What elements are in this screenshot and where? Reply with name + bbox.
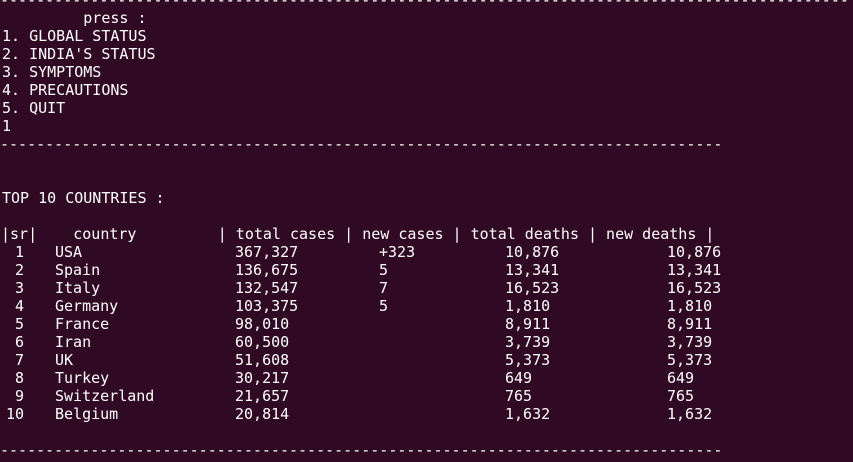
cell-total-cases: 30,217 <box>235 369 290 387</box>
cell-total-deaths: 1,810 <box>505 297 551 315</box>
cell-country: Italy <box>55 279 101 297</box>
cell-total-deaths: 13,341 <box>505 261 560 279</box>
cell-total-deaths: 649 <box>505 369 533 387</box>
cell-total-cases: 21,657 <box>235 387 290 405</box>
cell-new-deaths: 5,373 <box>667 351 713 369</box>
cell-total-cases: 60,500 <box>235 333 290 351</box>
cell-total-deaths: 765 <box>505 387 533 405</box>
table-row: 1 USA 367,327 +323 10,876 10,876 <box>0 243 853 261</box>
cell-new-deaths: 765 <box>667 387 695 405</box>
cell-sr: 4 <box>14 297 24 315</box>
cell-new-deaths: 16,523 <box>667 279 722 297</box>
cell-country: Germany <box>55 297 119 315</box>
table-row: 6 Iran 60,500 3,739 3,739 <box>0 333 853 351</box>
cell-sr: 5 <box>14 315 24 333</box>
menu-option-precautions: 4. PRECAUTIONS <box>2 81 129 99</box>
table-row: 5 France 98,010 8,911 8,911 <box>0 315 853 333</box>
menu-prompt: press : <box>2 9 147 27</box>
cell-total-cases: 98,010 <box>235 315 290 333</box>
cell-country: Turkey <box>55 369 110 387</box>
cell-sr: 2 <box>14 261 24 279</box>
cell-sr: 3 <box>14 279 24 297</box>
cell-country: Belgium <box>55 405 119 423</box>
cell-sr: 9 <box>14 387 24 405</box>
user-input: 1 <box>2 117 12 135</box>
menu-option-india-status: 2. INDIA'S STATUS <box>2 45 156 63</box>
cell-sr: 10 <box>5 405 24 423</box>
cell-country: Iran <box>55 333 92 351</box>
cell-new-cases: 5 <box>379 297 389 315</box>
cell-total-deaths: 5,373 <box>505 351 551 369</box>
cell-total-cases: 132,547 <box>235 279 299 297</box>
cell-sr: 6 <box>14 333 24 351</box>
cell-new-deaths: 649 <box>667 369 695 387</box>
cell-new-deaths: 3,739 <box>667 333 713 351</box>
cell-country: UK <box>55 351 74 369</box>
cell-total-deaths: 10,876 <box>505 243 560 261</box>
menu-option-quit: 5. QUIT <box>2 99 66 117</box>
cell-new-deaths: 1,810 <box>667 297 713 315</box>
cell-total-deaths: 3,739 <box>505 333 551 351</box>
menu-option-global-status: 1. GLOBAL STATUS <box>2 27 147 45</box>
separator-bottom: ----------------------------------------… <box>0 441 723 459</box>
table-row: 4 Germany 103,375 5 1,810 1,810 <box>0 297 853 315</box>
menu-option-symptoms: 3. SYMPTOMS <box>2 63 102 81</box>
cell-new-deaths: 1,632 <box>667 405 713 423</box>
cell-new-cases: 7 <box>379 279 389 297</box>
cell-new-cases: +323 <box>379 243 416 261</box>
section-title: TOP 10 COUNTRIES : <box>2 189 165 207</box>
table-row: 8 Turkey 30,217 649 649 <box>0 369 853 387</box>
cell-country: USA <box>55 243 83 261</box>
cell-total-cases: 20,814 <box>235 405 290 423</box>
cell-total-cases: 103,375 <box>235 297 299 315</box>
table-row: 7 UK 51,608 5,373 5,373 <box>0 351 853 369</box>
cell-total-cases: 367,327 <box>235 243 299 261</box>
cell-total-cases: 51,608 <box>235 351 290 369</box>
cell-country: France <box>55 315 110 333</box>
cell-total-deaths: 8,911 <box>505 315 551 333</box>
cell-country: Switzerland <box>55 387 155 405</box>
table-row: 2 Spain 136,675 5 13,341 13,341 <box>0 261 853 279</box>
cell-new-deaths: 13,341 <box>667 261 722 279</box>
cell-country: Spain <box>55 261 101 279</box>
cell-new-cases: 5 <box>379 261 389 279</box>
table-header: |sr| country | total cases | new cases |… <box>1 225 715 243</box>
separator-mid: ----------------------------------------… <box>0 135 723 153</box>
terminal-window[interactable]: ----------------------------------------… <box>0 0 853 462</box>
table-row: 10 Belgium 20,814 1,632 1,632 <box>0 405 853 423</box>
cell-total-deaths: 1,632 <box>505 405 551 423</box>
cell-new-deaths: 10,876 <box>667 243 722 261</box>
cell-new-deaths: 8,911 <box>667 315 713 333</box>
cell-total-cases: 136,675 <box>235 261 299 279</box>
cell-sr: 1 <box>14 243 24 261</box>
table-row: 3 Italy 132,547 7 16,523 16,523 <box>0 279 853 297</box>
table-row: 9 Switzerland 21,657 765 765 <box>0 387 853 405</box>
separator-top: ----------------------------------------… <box>0 0 849 9</box>
cell-sr: 7 <box>14 351 24 369</box>
cell-total-deaths: 16,523 <box>505 279 560 297</box>
cell-sr: 8 <box>14 369 24 387</box>
